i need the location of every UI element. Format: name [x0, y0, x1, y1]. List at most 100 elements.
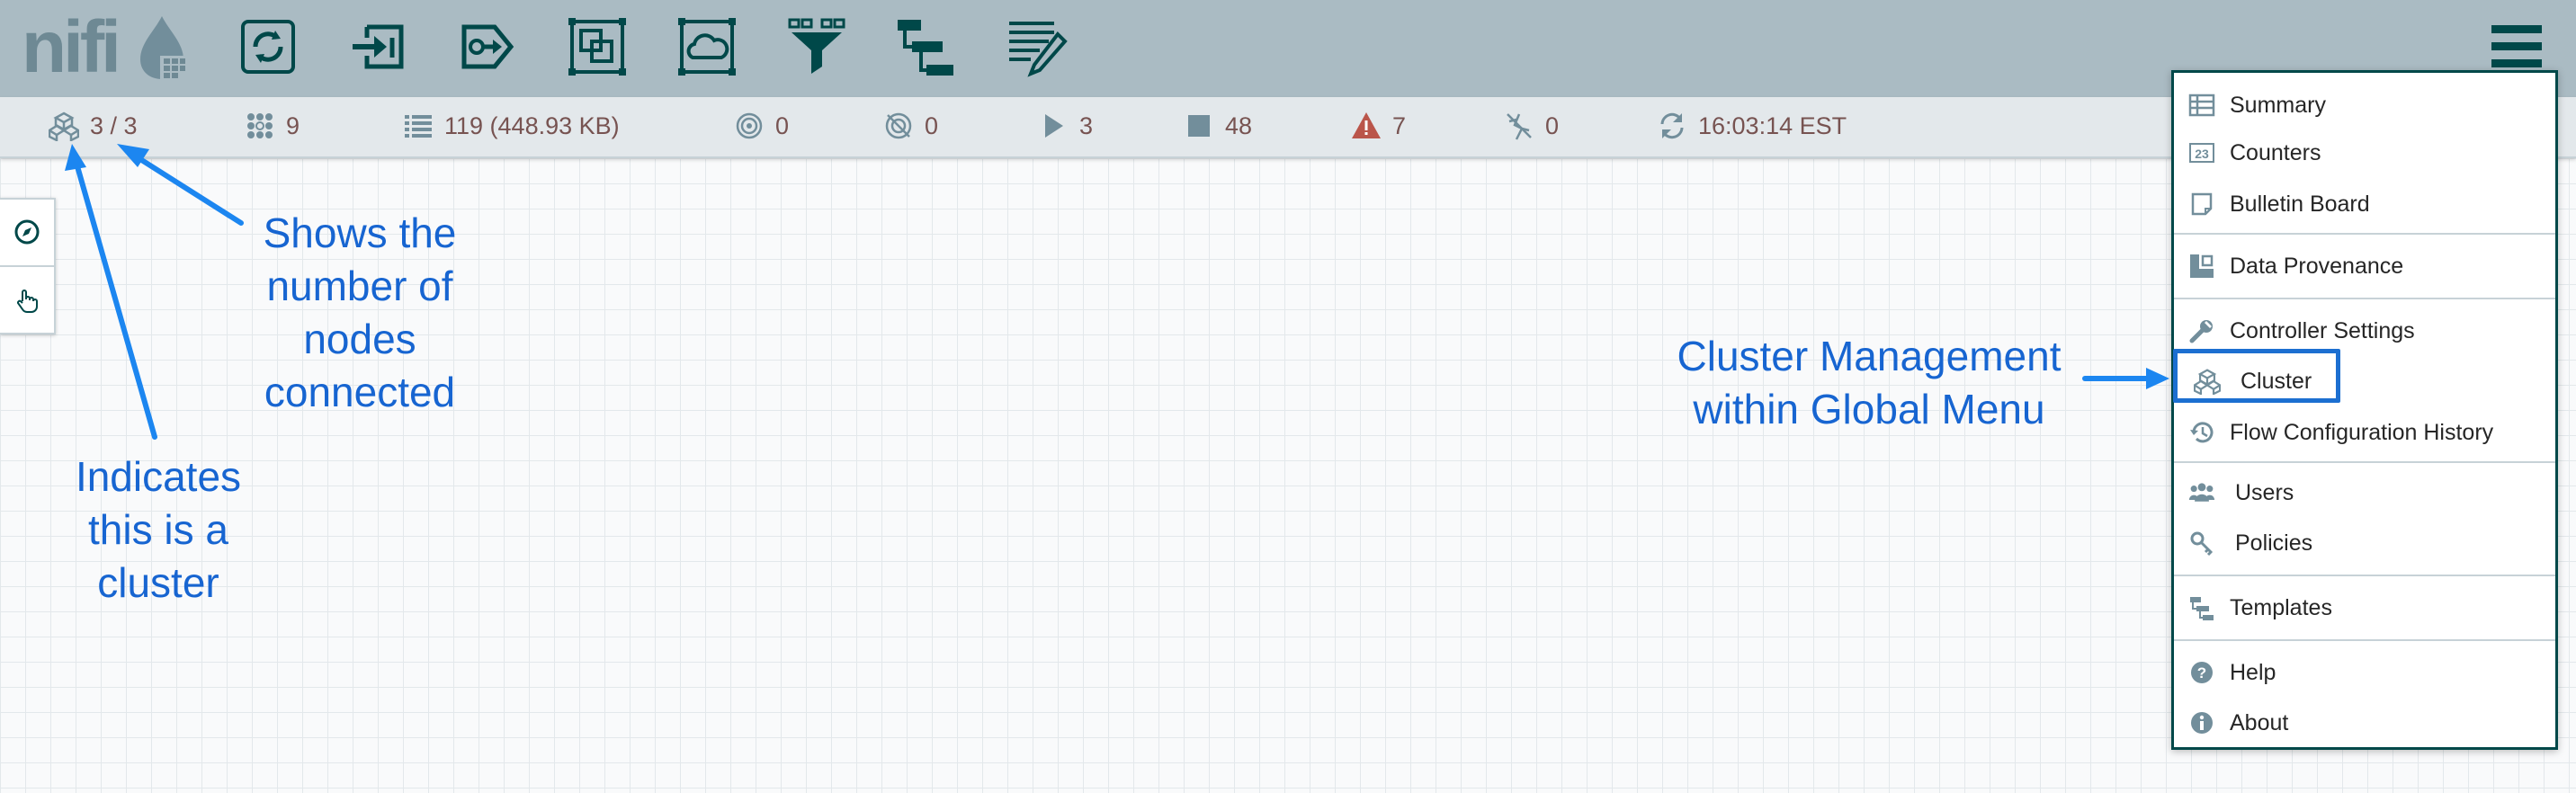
menu-item-policies[interactable]: Policies — [2174, 521, 2555, 566]
counters-icon: 23 — [2187, 138, 2217, 168]
warning-icon — [1349, 110, 1383, 142]
menu-item-about[interactable]: About — [2174, 700, 2555, 745]
menu-divider — [2174, 298, 2555, 299]
svg-text:?: ? — [2197, 664, 2206, 682]
annotation-line: nodes — [303, 316, 416, 362]
annotation-nodes-connected: Shows the number of nodes connected — [243, 207, 477, 419]
menu-item-label: About — [2230, 709, 2289, 735]
invalid-count: 7 — [1392, 111, 1407, 139]
input-port-icon[interactable] — [345, 14, 410, 79]
menu-item-label: Counters — [2230, 139, 2321, 165]
threads-icon — [243, 110, 277, 142]
wrench-icon — [2187, 316, 2217, 346]
list-icon — [401, 110, 435, 142]
menu-item-users[interactable]: Users — [2174, 470, 2555, 515]
cluster-nodes-count: 3 / 3 — [90, 111, 138, 139]
users-icon — [2187, 477, 2217, 508]
transmitting-status: 0 — [732, 110, 789, 142]
history-icon — [2187, 417, 2217, 448]
output-port-icon[interactable] — [455, 14, 520, 79]
menu-divider — [2174, 233, 2555, 235]
processor-icon[interactable] — [236, 14, 300, 79]
menu-item-bulletin-board[interactable]: Bulletin Board — [2174, 182, 2555, 227]
not-transmitting-status: 0 — [881, 110, 938, 142]
stopped-count: 48 — [1225, 111, 1253, 139]
provenance-icon — [2187, 251, 2217, 281]
arrow-to-cluster-icon — [73, 157, 157, 440]
play-icon — [1036, 110, 1070, 142]
funnel-icon[interactable] — [784, 14, 849, 79]
menu-item-help[interactable]: ? Help — [2174, 650, 2555, 695]
process-group-icon[interactable] — [565, 14, 630, 79]
annotation-line: Cluster Management — [1677, 333, 2062, 379]
template-icon[interactable] — [894, 14, 959, 79]
annotation-line: number of — [266, 263, 453, 309]
disabled-count: 0 — [1545, 111, 1560, 139]
annotation-line: within Global Menu — [1693, 386, 2045, 432]
menu-item-label: Summary — [2230, 92, 2326, 118]
table-icon — [2187, 90, 2217, 120]
menu-item-label: Data Provenance — [2230, 253, 2404, 279]
queued-count: 119 (448.93 KB) — [444, 111, 620, 139]
menu-item-templates[interactable]: Templates — [2174, 585, 2555, 630]
running-count: 3 — [1079, 111, 1094, 139]
stop-icon — [1182, 110, 1216, 142]
navigate-icon[interactable] — [0, 200, 54, 264]
annotation-cluster-menu: Cluster Management within Global Menu — [1646, 330, 2092, 436]
canvas-palette — [0, 198, 56, 334]
menu-divider — [2174, 639, 2555, 641]
menu-divider — [2174, 461, 2555, 463]
invalid-status: 7 — [1349, 110, 1406, 142]
not-transmitting-count: 0 — [925, 111, 939, 139]
menu-item-label: Templates — [2230, 594, 2332, 620]
not-transmitting-icon — [881, 110, 916, 142]
remote-process-group-icon[interactable] — [675, 14, 739, 79]
menu-item-label: Policies — [2235, 530, 2313, 556]
cluster-highlight-box — [2173, 349, 2340, 403]
transmitting-count: 0 — [775, 111, 790, 139]
info-icon — [2187, 708, 2217, 738]
nifi-logo: nifi — [20, 6, 187, 88]
question-icon: ? — [2187, 657, 2217, 688]
annotation-line: connected — [264, 369, 456, 415]
menu-item-label: Controller Settings — [2230, 317, 2415, 343]
key-icon — [2187, 528, 2217, 558]
running-status: 3 — [1036, 110, 1093, 142]
menu-item-flow-configuration-history[interactable]: Flow Configuration History — [2174, 410, 2555, 455]
refresh-icon[interactable] — [1655, 110, 1689, 142]
last-refreshed-time: 16:03:14 EST — [1698, 111, 1847, 139]
cluster-status: 3 / 3 — [47, 110, 138, 142]
annotation-is-cluster: Indicates this is a cluster — [50, 450, 266, 610]
menu-item-label: Bulletin Board — [2230, 191, 2370, 217]
cluster-icon — [47, 110, 81, 142]
templates-icon — [2187, 593, 2217, 623]
palette-divider — [0, 265, 54, 267]
sticky-note-icon — [2187, 189, 2217, 219]
annotation-line: cluster — [97, 559, 219, 606]
svg-text:23: 23 — [2195, 147, 2209, 161]
menu-item-summary[interactable]: Summary — [2174, 83, 2555, 128]
menu-item-data-provenance[interactable]: Data Provenance — [2174, 244, 2555, 289]
disabled-icon — [1502, 110, 1536, 142]
stopped-status: 48 — [1182, 110, 1252, 142]
menu-item-counters[interactable]: 23 Counters — [2174, 130, 2555, 175]
menu-item-controller-settings[interactable]: Controller Settings — [2174, 308, 2555, 353]
annotation-line: Shows the — [263, 209, 457, 256]
annotation-line: this is a — [88, 506, 228, 553]
operate-hand-icon[interactable] — [0, 268, 54, 333]
arrow-head — [2146, 368, 2169, 389]
menu-divider — [2174, 575, 2555, 576]
svg-text:nifi: nifi — [22, 9, 118, 81]
active-threads-status: 9 — [243, 110, 300, 142]
transmitting-icon — [732, 110, 766, 142]
disabled-status: 0 — [1502, 110, 1559, 142]
active-threads-count: 9 — [286, 111, 300, 139]
menu-item-label: Flow Configuration History — [2230, 419, 2494, 445]
refresh-status[interactable]: 16:03:14 EST — [1655, 110, 1847, 142]
hamburger-menu-icon[interactable] — [2490, 20, 2544, 74]
queued-status: 119 (448.93 KB) — [401, 110, 620, 142]
annotation-line: Indicates — [75, 453, 242, 500]
menu-item-label: Users — [2235, 479, 2294, 505]
label-icon[interactable] — [1004, 14, 1069, 79]
menu-item-label: Help — [2230, 659, 2276, 685]
